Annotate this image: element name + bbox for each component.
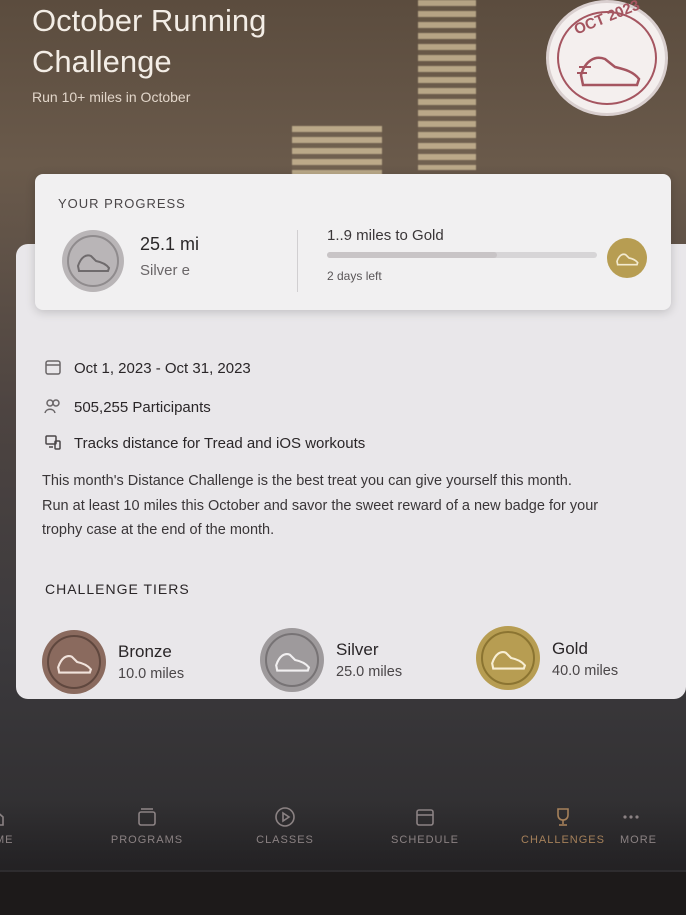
silver-medal-icon <box>260 628 324 692</box>
challenge-badge: OCT 2023 <box>546 0 668 116</box>
nav-classes-label: CLASSES <box>256 834 314 846</box>
nav-more-label: MORE <box>620 834 657 846</box>
nav-home[interactable]: HOME <box>0 806 50 846</box>
nav-home-label: HOME <box>0 834 14 846</box>
nav-challenges-label: CHALLENGES <box>521 834 605 846</box>
tracks-row: Tracks distance for Tread and iOS workou… <box>44 433 365 453</box>
tier-gold-miles: 40.0 miles <box>552 663 619 679</box>
progress-card: YOUR PROGRESS 25.1 mi Silver e 1..9 mile… <box>35 174 671 310</box>
tier-silver-miles: 25.0 miles <box>336 664 403 680</box>
screen-bezel <box>0 872 686 915</box>
participants-count: 505,255 Participants <box>74 398 211 416</box>
progress-miles: 25.1 mi <box>140 234 200 254</box>
nav-programs-label: PROGRAMS <box>110 834 184 846</box>
silver-medal-icon <box>62 230 124 292</box>
nav-more[interactable]: MORE <box>620 806 686 846</box>
miles-to-gold: 1..9 miles to Gold <box>327 227 444 244</box>
nav-schedule[interactable]: SCHEDULE <box>370 806 480 846</box>
page-title: October Running Challenge <box>32 3 267 79</box>
progress-earned: Silver e <box>140 262 191 279</box>
gold-medal-icon <box>607 238 647 278</box>
people-icon <box>44 397 64 417</box>
more-icon <box>623 815 639 819</box>
tiers-section-title: CHALLENGE TIERS <box>45 581 190 597</box>
nav-schedule-label: SCHEDULE <box>391 834 459 846</box>
play-icon <box>275 807 295 827</box>
tier-silver-name: Silver <box>336 640 379 659</box>
tier-bronze-miles: 10.0 miles <box>118 666 185 682</box>
home-icon <box>0 813 4 826</box>
progress-bar-fill <box>327 252 498 258</box>
app-screen: October Running Challenge Run 10+ miles … <box>0 0 686 915</box>
light-reflection <box>418 0 476 170</box>
tier-bronze-name: Bronze <box>118 642 172 661</box>
devices-icon <box>44 433 64 453</box>
bronze-medal-icon <box>42 630 106 694</box>
trophy-icon <box>557 808 569 826</box>
date-range-row: Oct 1, 2023 - Oct 31, 2023 <box>44 358 251 378</box>
tracks-text: Tracks distance for Tread and iOS workou… <box>74 434 366 452</box>
divider <box>297 230 298 292</box>
progress-section-title: YOUR PROGRESS <box>58 196 186 211</box>
calendar-icon <box>416 809 434 826</box>
programs-icon <box>138 808 156 826</box>
days-left: 2 days left <box>327 269 382 283</box>
nav-programs[interactable]: PROGRAMS <box>92 806 202 846</box>
challenge-description: This month's Distance Challenge is the b… <box>42 473 599 538</box>
nav-classes[interactable]: CLASSES <box>230 806 340 846</box>
progress-bar <box>327 252 597 258</box>
page-subtitle: Run 10+ miles in October <box>32 89 191 105</box>
nav-challenges[interactable]: CHALLENGES <box>508 806 618 846</box>
tier-gold-name: Gold <box>552 639 588 658</box>
shoe-icon <box>577 56 641 87</box>
date-range: Oct 1, 2023 - Oct 31, 2023 <box>74 359 251 377</box>
calendar-icon <box>44 358 64 378</box>
gold-medal-icon <box>476 626 540 690</box>
participants-row: 505,255 Participants <box>44 397 211 417</box>
